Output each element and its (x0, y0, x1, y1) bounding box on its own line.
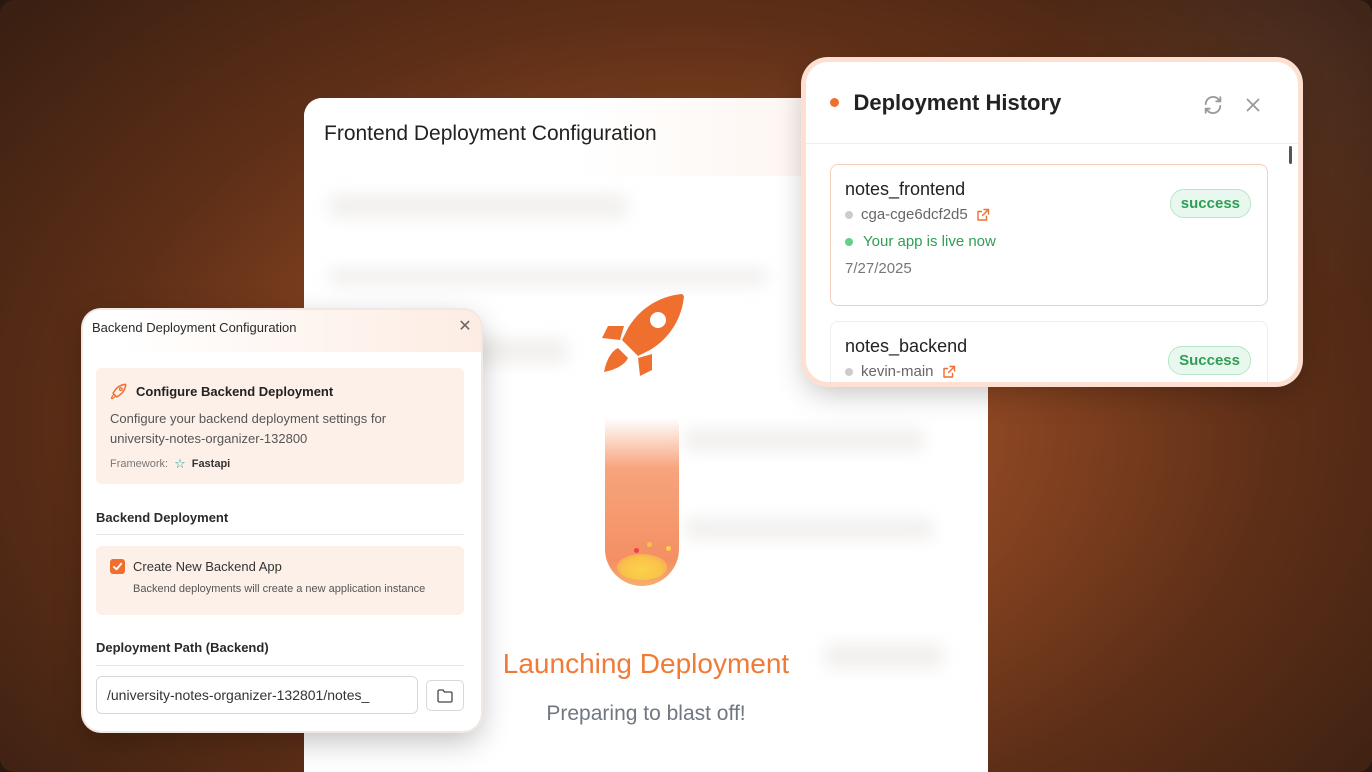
deployment-card[interactable]: notes_backend kevin-main Success (830, 321, 1268, 382)
backend-config-dialog: Backend Deployment Configuration ✕ Confi… (83, 310, 481, 731)
blurred-field (328, 194, 628, 218)
status-badge: success (1169, 189, 1251, 218)
exhaust-spark (634, 548, 639, 553)
configure-heading-row: Configure Backend Deployment (110, 382, 450, 400)
id-dot-icon (845, 210, 853, 219)
close-icon[interactable] (1242, 94, 1264, 116)
external-link-icon[interactable] (976, 208, 990, 222)
deployment-history-panel: Deployment History notes_frontend cga-cg… (806, 62, 1298, 382)
fastapi-icon: ☆ (174, 456, 186, 471)
configure-text-line: Configure your backend deployment settin… (110, 411, 387, 426)
create-app-checkbox[interactable] (110, 559, 125, 574)
deployment-id: kevin-main (861, 363, 934, 380)
framework-row: Framework: ☆ Fastapi (110, 456, 450, 472)
divider (96, 665, 464, 666)
blurred-field (684, 518, 934, 540)
blurred-field (684, 428, 924, 452)
backend-title: Backend Deployment Configuration (92, 320, 297, 335)
deployment-id: cga-cge6dcf2d5 (861, 206, 968, 223)
framework-value: Fastapi (191, 458, 231, 470)
external-link-icon[interactable] (942, 365, 956, 379)
deployment-status-row: Your app is live now (845, 233, 1253, 250)
project-name: university-notes-organizer-132800 (110, 431, 308, 446)
framework-label: Framework: (110, 458, 169, 470)
deployment-card[interactable]: notes_frontend cga-cge6dcf2d5 Your app i… (830, 164, 1268, 306)
configure-info-box: Configure Backend Deployment Configure y… (96, 368, 464, 484)
create-app-label: Create New Backend App (133, 559, 282, 574)
live-dot-icon (845, 237, 853, 246)
configure-heading: Configure Backend Deployment (136, 383, 334, 399)
deployment-path-input[interactable] (96, 676, 418, 714)
blurred-field (328, 268, 768, 286)
refresh-icon[interactable] (1202, 94, 1224, 116)
backend-header: Backend Deployment Configuration ✕ (83, 310, 481, 352)
browse-folder-button[interactable] (426, 680, 464, 711)
rocket-icon (110, 383, 127, 400)
rocket-icon (602, 294, 684, 376)
checkmark-icon (112, 562, 123, 571)
history-title: Deployment History (853, 90, 1062, 115)
history-header: Deployment History (806, 62, 1298, 144)
exhaust-spark (666, 546, 671, 551)
rocket-exhaust-trail (605, 418, 679, 586)
section-backend-deployment: Backend Deployment (96, 510, 229, 525)
create-app-row: Create New Backend App (110, 559, 450, 574)
deployment-status: Your app is live now (863, 233, 996, 250)
deployment-path-label: Deployment Path (Backend) (96, 640, 269, 655)
exhaust-spark (647, 542, 652, 547)
status-badge: Success (1168, 346, 1251, 375)
id-dot-icon (845, 367, 853, 376)
divider (96, 534, 464, 535)
status-dot-icon (830, 98, 839, 108)
create-app-description: Backend deployments will create a new ap… (133, 583, 426, 595)
deployment-date: 7/27/2025 (845, 260, 912, 277)
configure-description: Configure your backend deployment settin… (110, 409, 450, 449)
close-icon[interactable]: ✕ (457, 319, 473, 335)
create-app-box: Create New Backend App Backend deploymen… (96, 546, 464, 615)
folder-icon (437, 688, 453, 703)
scrollbar[interactable] (1289, 146, 1292, 164)
